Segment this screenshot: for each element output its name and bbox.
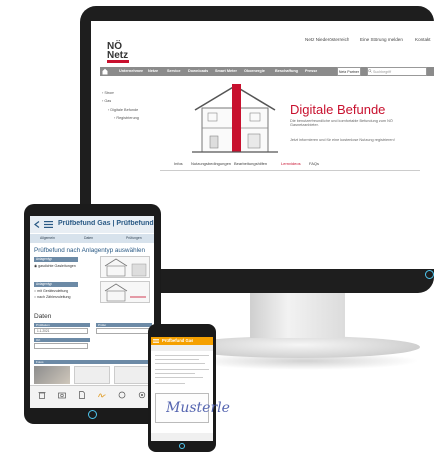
sidebar-item-gas[interactable]: › Gas [102,99,111,103]
sidebar-item-registrierung[interactable]: › Registrierung [114,116,139,120]
step-pruefungen[interactable]: Prüfungen [126,236,142,240]
anlagentyp-label-2: Anlagentyp [34,282,78,287]
site-logo[interactable]: NÖ Netz [107,42,128,61]
link-stoerung[interactable]: Eine Störung melden [360,37,403,42]
tab-bearbeitungshilfen[interactable]: Bearbeitungshilfen [234,161,267,166]
netz-partner-button[interactable]: Netz Partner [337,67,361,76]
nav-oekoenergie[interactable]: Ökoenergie [244,69,265,73]
ort-label: Ort [34,338,90,342]
phone-home-button[interactable] [179,443,185,449]
trash-icon[interactable] [38,391,46,399]
anlagen-illustration-2 [100,281,150,303]
nav-netze[interactable]: Netze [148,69,158,73]
tablet-heading: Prüfbefund nach Anlagentyp auswählen [34,247,145,254]
signature-text: Musterle [166,400,230,416]
tablet-page-title: Prüfbefund Gas | Prüfbefund [58,220,154,227]
document-icon[interactable] [78,391,86,399]
phone-menu-icon[interactable] [153,339,159,343]
photo-placeholder-3[interactable] [114,366,150,384]
smartphone-screen [151,337,213,441]
phone-bottom-bar [151,433,213,441]
photo-placeholder-2[interactable] [74,366,110,384]
link-netz-noe[interactable]: Netz Niederösterreich [305,37,349,42]
tab-faqs[interactable]: FAQs [309,161,319,166]
search-input[interactable]: Suchbegriff [367,67,427,76]
text-line [155,363,205,364]
text-line [155,369,209,370]
power-icon[interactable] [425,270,434,279]
logo-underline [107,60,129,63]
radio-gasdichte[interactable]: ◉ gasdichte Gasleitungen [34,264,76,268]
tablet-toolbar [30,385,154,408]
radio-zaehlerzuleitung[interactable]: ○ nach Zählerzuleitung [34,295,71,299]
tabs-divider [160,170,420,171]
sidebar-item-strom[interactable]: › Strom [102,91,114,95]
hero-title: Digitale Befunde [290,102,386,117]
tab-infos[interactable]: Infos [174,161,183,166]
anlagentyp-label-1: Anlagentyp [34,257,78,262]
nav-downloads[interactable]: Downloads [188,69,208,73]
menu-icon[interactable] [44,221,53,228]
step-allgemein[interactable]: Allgemein [40,236,55,240]
house-illustration [192,84,278,153]
nav-smart-meter[interactable]: Smart Meter [215,69,237,73]
search-icon [368,69,372,73]
ort-input[interactable] [34,343,88,349]
monitor-base [180,336,420,358]
pruefer-input[interactable] [96,328,150,334]
tab-nutzungsbedingungen[interactable]: Nutzungsbedingungen [191,161,231,166]
nav-presse[interactable]: Presse [305,69,317,73]
tab-lernvideos[interactable]: Lernvideos [281,161,301,166]
sync-icon[interactable] [118,391,126,399]
settings-icon[interactable] [138,391,146,399]
anlagen-illustration-1 [100,256,150,278]
pruefdatum-input[interactable]: 1.1.2021 [34,328,88,334]
signature-icon[interactable] [98,391,106,399]
phone-toolbar [151,345,213,351]
text-line [155,373,195,374]
hero-description: Die benutzerfreundliche und komfortable … [290,119,393,127]
home-icon[interactable] [102,68,108,75]
sidebar-item-digitale-befunde[interactable]: › Digitale Befunde [108,108,138,112]
text-line [155,355,209,356]
nav-beschaffung[interactable]: Beschaffung [275,69,298,73]
pruefer-label: Prüfer [96,323,152,327]
step-daten[interactable]: Daten [84,236,93,240]
fotos-label: Fotos [34,360,152,364]
pruefdatum-label: Prüfdatum [34,323,90,327]
hero-call-to-action: Jetzt informieren und für eine kostenlos… [290,138,395,142]
link-kontakt[interactable]: Kontakt [415,37,431,42]
monitor-stand [250,293,345,338]
text-line [155,377,203,378]
photo-thumbnail-1[interactable] [34,366,70,384]
camera-icon[interactable] [58,391,66,399]
tablet-home-button[interactable] [88,410,97,419]
phone-app-title: Prüfbefund Gas [162,338,194,343]
radio-geraetezuleitung[interactable]: ○ mit Gerätezuleitung [34,289,68,293]
text-line [155,359,199,360]
text-line [155,383,185,384]
back-arrow-icon[interactable] [34,221,40,228]
daten-heading: Daten [34,313,52,320]
nav-service[interactable]: Service [167,69,181,73]
nav-unternehmen[interactable]: Unternehmen [119,69,143,73]
